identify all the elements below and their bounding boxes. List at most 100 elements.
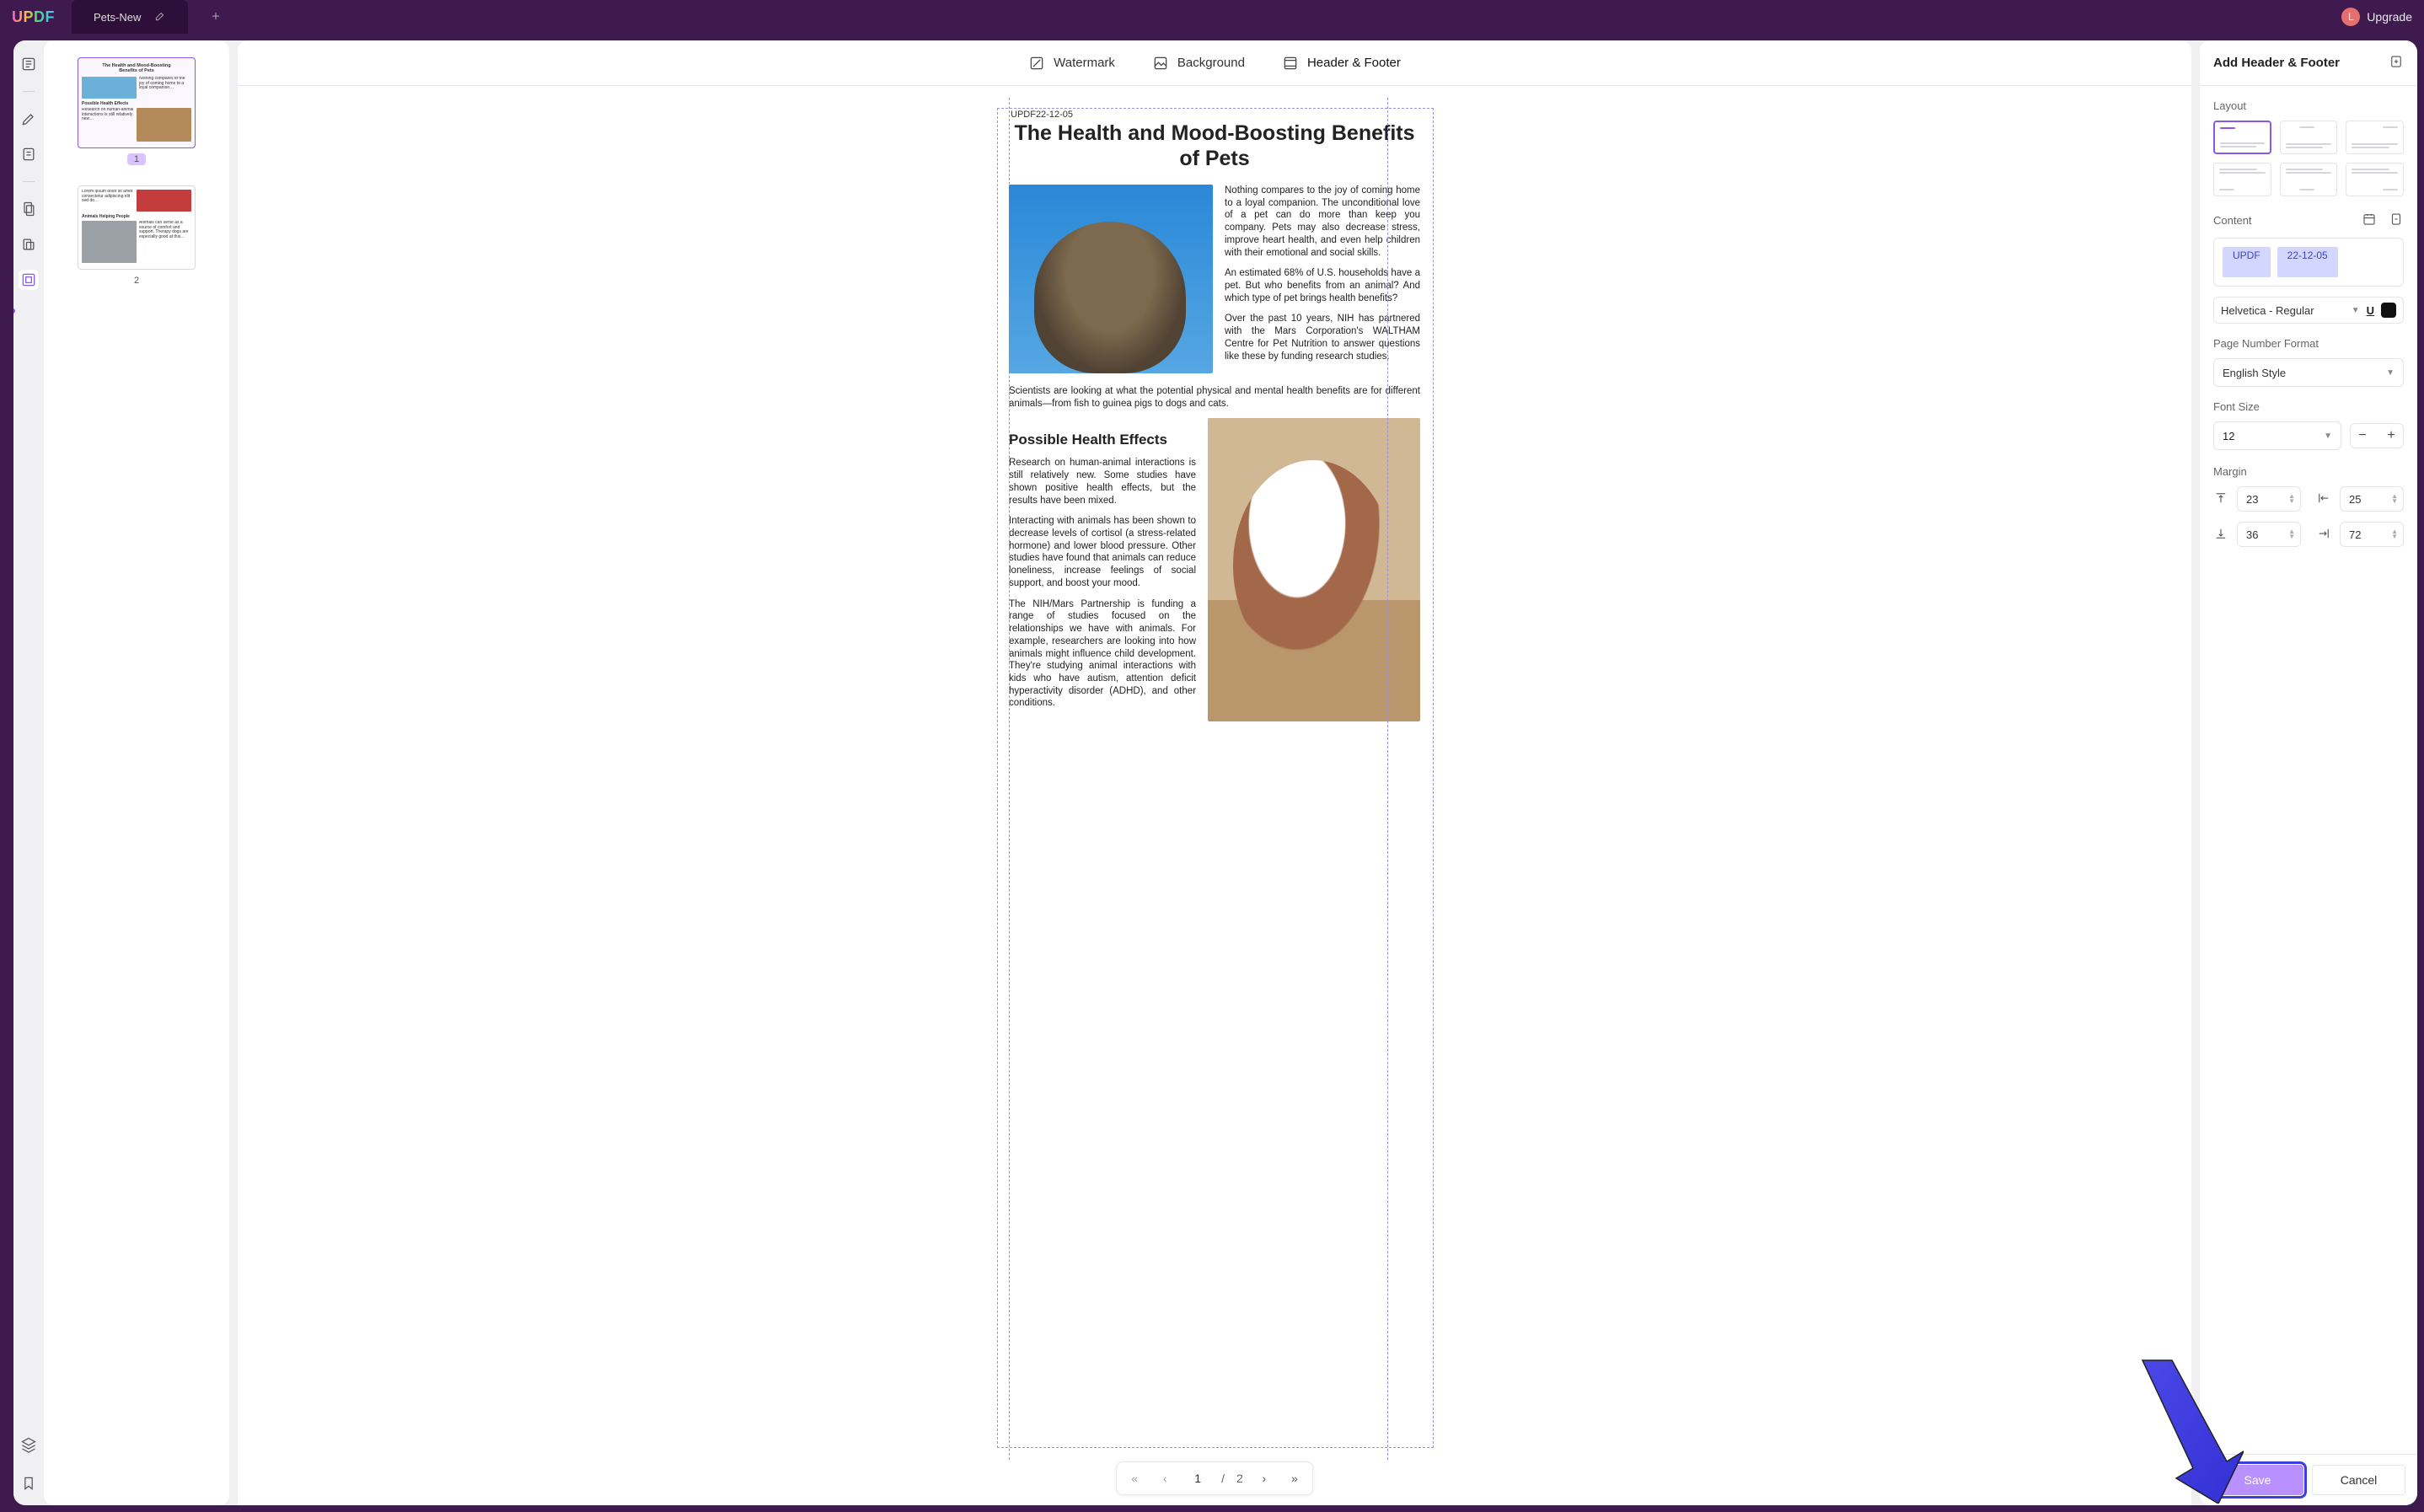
rename-tab-icon[interactable] — [154, 10, 166, 24]
tab-header-footer-label: Header & Footer — [1307, 56, 1401, 70]
doc-image-cat — [1009, 185, 1213, 373]
layout-option-1[interactable] — [2213, 121, 2271, 154]
layers-icon[interactable] — [19, 1434, 39, 1455]
layout-option-5[interactable] — [2280, 163, 2338, 196]
page-number-format-label: Page Number Format — [2213, 337, 2404, 350]
page-thumbnail-2[interactable]: Lorem ipsum dolor sit amet consectetur a… — [78, 185, 196, 270]
token-updf[interactable]: UPDF — [2223, 247, 2271, 277]
header-preview-text: UPDF22-12-05 — [1011, 110, 1073, 120]
margin-bottom-icon — [2213, 526, 2230, 544]
next-page-button[interactable]: › — [1255, 1472, 1274, 1485]
margin-top-input[interactable]: 23 ▲▼ — [2237, 486, 2301, 512]
margin-label: Margin — [2213, 465, 2404, 478]
layout-options — [2213, 121, 2404, 196]
doc-heading-2: Possible Health Effects — [1009, 432, 1196, 448]
current-page-input[interactable] — [1186, 1471, 1209, 1486]
font-size-label: Font Size — [2213, 400, 2404, 413]
page-canvas[interactable]: UPDF22-12-05 The Health and Mood-Boostin… — [238, 86, 2191, 1505]
tab-title: Pets-New — [94, 11, 141, 24]
active-tool-indicator — [13, 308, 15, 314]
margin-right-value: 72 — [2349, 528, 2361, 541]
underline-toggle[interactable]: U — [2367, 304, 2374, 317]
page-tools-icon[interactable] — [19, 270, 39, 290]
thumbnail-number-1: 1 — [127, 153, 146, 165]
background-icon — [1152, 55, 1169, 72]
cancel-button[interactable]: Cancel — [2312, 1465, 2405, 1495]
font-family-caret-icon[interactable]: ▼ — [2352, 306, 2360, 315]
margin-left-input[interactable]: 25 ▲▼ — [2340, 486, 2404, 512]
page-number-format-value: English Style — [2223, 367, 2286, 379]
chevron-down-icon: ▼ — [2324, 432, 2332, 441]
document-tab[interactable]: Pets-New — [72, 0, 188, 34]
panel-title: Add Header & Footer — [2213, 56, 2340, 70]
editor-stage: Watermark Background Header & Footer UPD… — [238, 40, 2191, 1505]
margin-top-value: 23 — [2246, 493, 2258, 506]
bookmark-icon[interactable] — [19, 1473, 39, 1493]
doc-para-6: Interacting with animals has been shown … — [1009, 515, 1196, 589]
doc-para-2: An estimated 68% of U.S. households have… — [1225, 267, 1420, 304]
margin-bottom-input[interactable]: 36 ▲▼ — [2237, 522, 2301, 547]
insert-page-number-icon[interactable] — [2389, 212, 2404, 229]
page-separator: / — [1221, 1472, 1225, 1485]
page-number-format-select[interactable]: English Style ▼ — [2213, 358, 2404, 387]
first-page-button[interactable]: « — [1125, 1472, 1144, 1485]
annotate-icon[interactable] — [19, 109, 39, 129]
font-color-swatch[interactable] — [2381, 303, 2396, 318]
layout-option-4[interactable] — [2213, 163, 2271, 196]
doc-para-7: The NIH/Mars Partnership is funding a ra… — [1009, 598, 1196, 710]
page-navigator: « ‹ / 2 › » — [1116, 1461, 1313, 1495]
margin-top-icon — [2213, 491, 2230, 508]
content-label: Content — [2213, 214, 2252, 227]
margin-bottom-value: 36 — [2246, 528, 2258, 541]
left-toolbar — [13, 40, 44, 1505]
app-logo: UPDF — [12, 8, 55, 26]
organize-pages-icon[interactable] — [19, 199, 39, 219]
upgrade-button[interactable]: Upgrade — [2367, 10, 2412, 24]
insert-date-icon[interactable] — [2362, 212, 2377, 229]
layout-option-6[interactable] — [2346, 163, 2404, 196]
font-size-decrease[interactable]: − — [2351, 424, 2374, 448]
page-1: UPDF22-12-05 The Health and Mood-Boostin… — [984, 98, 1445, 1460]
layout-label: Layout — [2213, 99, 2404, 112]
add-tab-button[interactable] — [203, 7, 228, 28]
font-size-increase[interactable]: + — [2379, 424, 2403, 448]
doc-image-dog — [1208, 418, 1420, 721]
last-page-button[interactable]: » — [1285, 1472, 1304, 1485]
margin-left-icon — [2316, 491, 2333, 508]
font-size-select[interactable]: 12 ▼ — [2213, 421, 2341, 450]
doc-para-4: Scientists are looking at what the poten… — [1009, 385, 1420, 410]
doc-title: The Health and Mood-Boosting Benefits of… — [1009, 121, 1420, 171]
tab-watermark[interactable]: Watermark — [1028, 55, 1115, 72]
page-thumbnail-1[interactable]: The Health and Mood-BoostingBenefits of … — [78, 57, 196, 148]
font-size-value: 12 — [2223, 430, 2234, 442]
thumbnail-panel: The Health and Mood-BoostingBenefits of … — [44, 40, 229, 1505]
save-button[interactable]: Save — [2212, 1465, 2303, 1495]
reader-mode-icon[interactable] — [19, 54, 39, 74]
tab-watermark-label: Watermark — [1054, 56, 1115, 70]
margin-right-icon — [2316, 526, 2333, 544]
total-pages: 2 — [1236, 1472, 1243, 1485]
tab-background[interactable]: Background — [1152, 55, 1245, 72]
layout-option-2[interactable] — [2280, 121, 2338, 154]
chevron-down-icon: ▼ — [2386, 368, 2395, 378]
font-family-select[interactable]: Helvetica - Regular — [2221, 304, 2345, 317]
watermark-icon — [1028, 55, 1045, 72]
doc-para-5: Research on human-animal interactions is… — [1009, 457, 1196, 507]
doc-para-3: Over the past 10 years, NIH has partnere… — [1225, 313, 1420, 362]
doc-para-1: Nothing compares to the joy of coming ho… — [1225, 185, 1420, 259]
thumbnail-number-2: 2 — [127, 275, 146, 287]
prev-page-button[interactable]: ‹ — [1156, 1472, 1174, 1485]
token-date[interactable]: 22-12-05 — [2277, 247, 2338, 277]
margin-right-input[interactable]: 72 ▲▼ — [2340, 522, 2404, 547]
tab-header-footer[interactable]: Header & Footer — [1282, 55, 1401, 72]
user-avatar[interactable]: L — [2341, 8, 2360, 26]
font-controls: Helvetica - Regular ▼ U — [2213, 297, 2404, 324]
margin-left-value: 25 — [2349, 493, 2361, 506]
panel-export-icon[interactable] — [2389, 54, 2404, 72]
content-input[interactable]: UPDF 22-12-05 — [2213, 238, 2404, 287]
header-footer-icon — [1282, 55, 1299, 72]
layout-option-3[interactable] — [2346, 121, 2404, 154]
header-footer-panel: Add Header & Footer Layout — [2200, 40, 2417, 1505]
crop-pages-icon[interactable] — [19, 234, 39, 255]
edit-text-icon[interactable] — [19, 144, 39, 164]
